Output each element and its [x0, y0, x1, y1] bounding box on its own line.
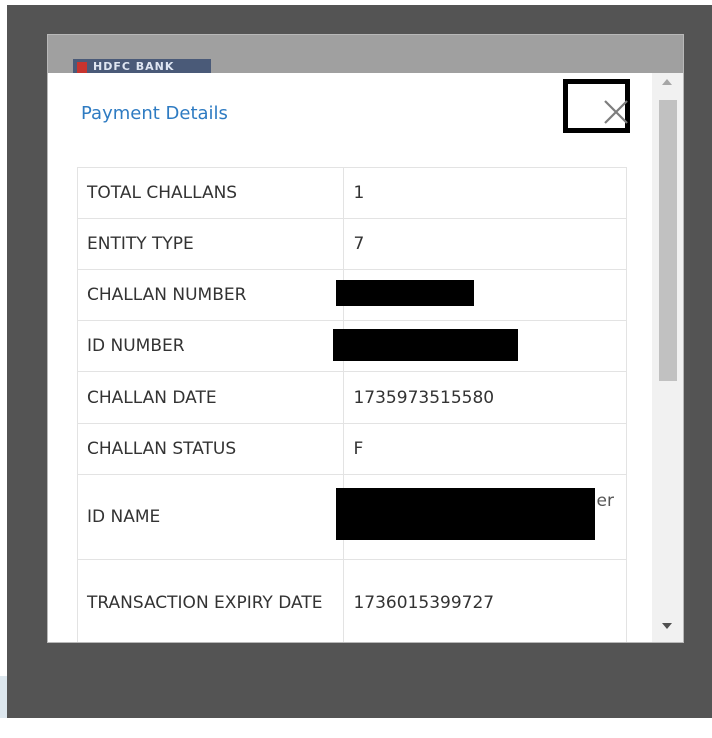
table-row: TRANSACTION EXPIRY DATE 1736015399727 [76, 559, 627, 642]
row-label-challan-status: CHALLAN STATUS [76, 423, 345, 475]
redaction-box [336, 280, 475, 306]
redaction-box [336, 488, 596, 540]
table-row: TOTAL CHALLANS 1 [76, 167, 627, 219]
bank-logo-text: HDFC BANK [93, 60, 175, 73]
vertical-scrollbar[interactable] [652, 73, 683, 642]
table-row: ID NAME er [76, 474, 627, 560]
dialog-title: Payment Details [81, 103, 228, 124]
background-page-fragment [0, 676, 7, 718]
row-value-transaction-expiry-date: 1736015399727 [343, 559, 627, 642]
row-label-entity-type: ENTITY TYPE [76, 218, 345, 270]
scroll-down-arrow-icon[interactable] [662, 623, 672, 629]
dialog-header-bar: HDFC BANK [48, 35, 683, 73]
close-icon[interactable] [594, 90, 634, 130]
row-label-id-number: ID NUMBER [76, 320, 345, 372]
row-label-challan-date: CHALLAN DATE [76, 371, 345, 424]
row-value-challan-date: 1735973515580 [343, 371, 627, 424]
payment-details-table: TOTAL CHALLANS 1 ENTITY TYPE 7 CHALLAN N… [76, 167, 627, 642]
row-value-challan-status: F [343, 423, 627, 475]
row-value-id-number [333, 320, 627, 372]
scroll-up-arrow-icon[interactable] [662, 79, 672, 85]
row-label-challan-number: CHALLAN NUMBER [76, 269, 345, 321]
bank-logo-mark-icon [77, 62, 87, 73]
row-label-transaction-expiry-date: TRANSACTION EXPIRY DATE [76, 559, 345, 642]
bank-logo: HDFC BANK [73, 59, 211, 73]
scrollbar-thumb[interactable] [659, 100, 677, 381]
row-label-id-name: ID NAME [76, 474, 345, 560]
row-value-challan-number [336, 269, 627, 321]
id-name-visible-fragment: er [596, 491, 614, 511]
row-value-id-name: er [336, 474, 627, 560]
row-value-entity-type: 7 [343, 218, 627, 270]
table-row: ID NUMBER [76, 320, 627, 372]
row-value-total-challans: 1 [343, 167, 627, 219]
row-label-total-challans: TOTAL CHALLANS [76, 167, 345, 219]
redaction-box [333, 329, 519, 361]
table-row: ENTITY TYPE 7 [76, 218, 627, 270]
dialog-content: Payment Details TOTAL CHALLANS 1 ENTITY … [48, 73, 652, 642]
table-row: CHALLAN DATE 1735973515580 [76, 371, 627, 424]
table-row: CHALLAN STATUS F [76, 423, 627, 475]
payment-details-dialog: HDFC BANK Payment Details TOTAL CHALLANS… [47, 34, 684, 643]
table-row: CHALLAN NUMBER [76, 269, 627, 321]
